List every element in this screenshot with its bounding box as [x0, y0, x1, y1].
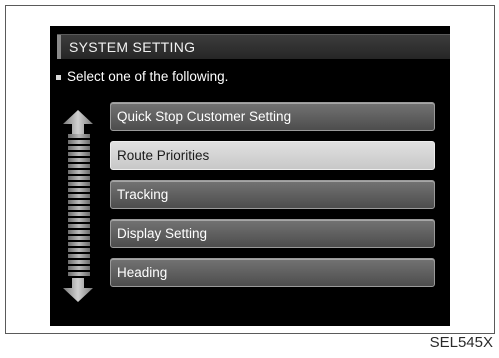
menu-item-label: Heading: [117, 265, 168, 280]
scrollbar-segment: [68, 152, 90, 156]
title-bar: SYSTEM SETTING: [57, 34, 450, 59]
scrollbar-segment: [68, 248, 90, 252]
menu-item-label: Tracking: [117, 187, 169, 202]
menu-item-label: Quick Stop Customer Setting: [117, 109, 292, 124]
scrollbar-segment: [68, 176, 90, 180]
bullet-icon: [56, 75, 61, 80]
scrollbar[interactable]: [68, 134, 90, 276]
scrollbar-segment: [68, 260, 90, 264]
scrollbar-segment: [68, 164, 90, 168]
figure-code: SEL545X: [429, 334, 493, 351]
menu-item-label: Display Setting: [117, 226, 208, 241]
scrollbar-segment: [68, 212, 90, 216]
scrollbar-segment: [68, 218, 90, 222]
menu-item-quick-stop-customer-setting[interactable]: Quick Stop Customer Setting: [110, 102, 435, 131]
scrollbar-segment: [68, 170, 90, 174]
scrollbar-segment: [68, 254, 90, 258]
menu-list: Quick Stop Customer Setting Route Priori…: [110, 102, 435, 297]
scrollbar-segment: [68, 206, 90, 210]
scrollbar-segment: [68, 188, 90, 192]
page-title: SYSTEM SETTING: [69, 39, 196, 55]
scrollbar-segment: [68, 224, 90, 228]
scrollbar-segment: [68, 266, 90, 270]
nav-display-screen: SYSTEM SETTING Select one of the followi…: [50, 26, 450, 326]
instruction-label: Select one of the following.: [67, 69, 229, 84]
title-accent: [57, 35, 61, 59]
scrollbar-segment: [68, 134, 90, 138]
menu-item-display-setting[interactable]: Display Setting: [110, 219, 435, 248]
scrollbar-segment: [68, 200, 90, 204]
menu-item-route-priorities[interactable]: Route Priorities: [110, 141, 435, 170]
scrollbar-segment: [68, 242, 90, 246]
instruction-text: Select one of the following.: [56, 69, 228, 84]
menu-item-heading[interactable]: Heading: [110, 258, 435, 287]
scrollbar-segment: [68, 182, 90, 186]
scrollbar-segment: [68, 236, 90, 240]
scrollbar-segment: [68, 158, 90, 162]
scroll-down-arrow-icon[interactable]: [63, 278, 93, 302]
scrollbar-segment: [68, 230, 90, 234]
menu-item-label: Route Priorities: [117, 148, 210, 163]
scrollbar-segment: [68, 146, 90, 150]
menu-item-tracking[interactable]: Tracking: [110, 180, 435, 209]
scrollbar-segment: [68, 272, 90, 276]
scrollbar-segment: [68, 194, 90, 198]
scrollbar-segment: [68, 140, 90, 144]
